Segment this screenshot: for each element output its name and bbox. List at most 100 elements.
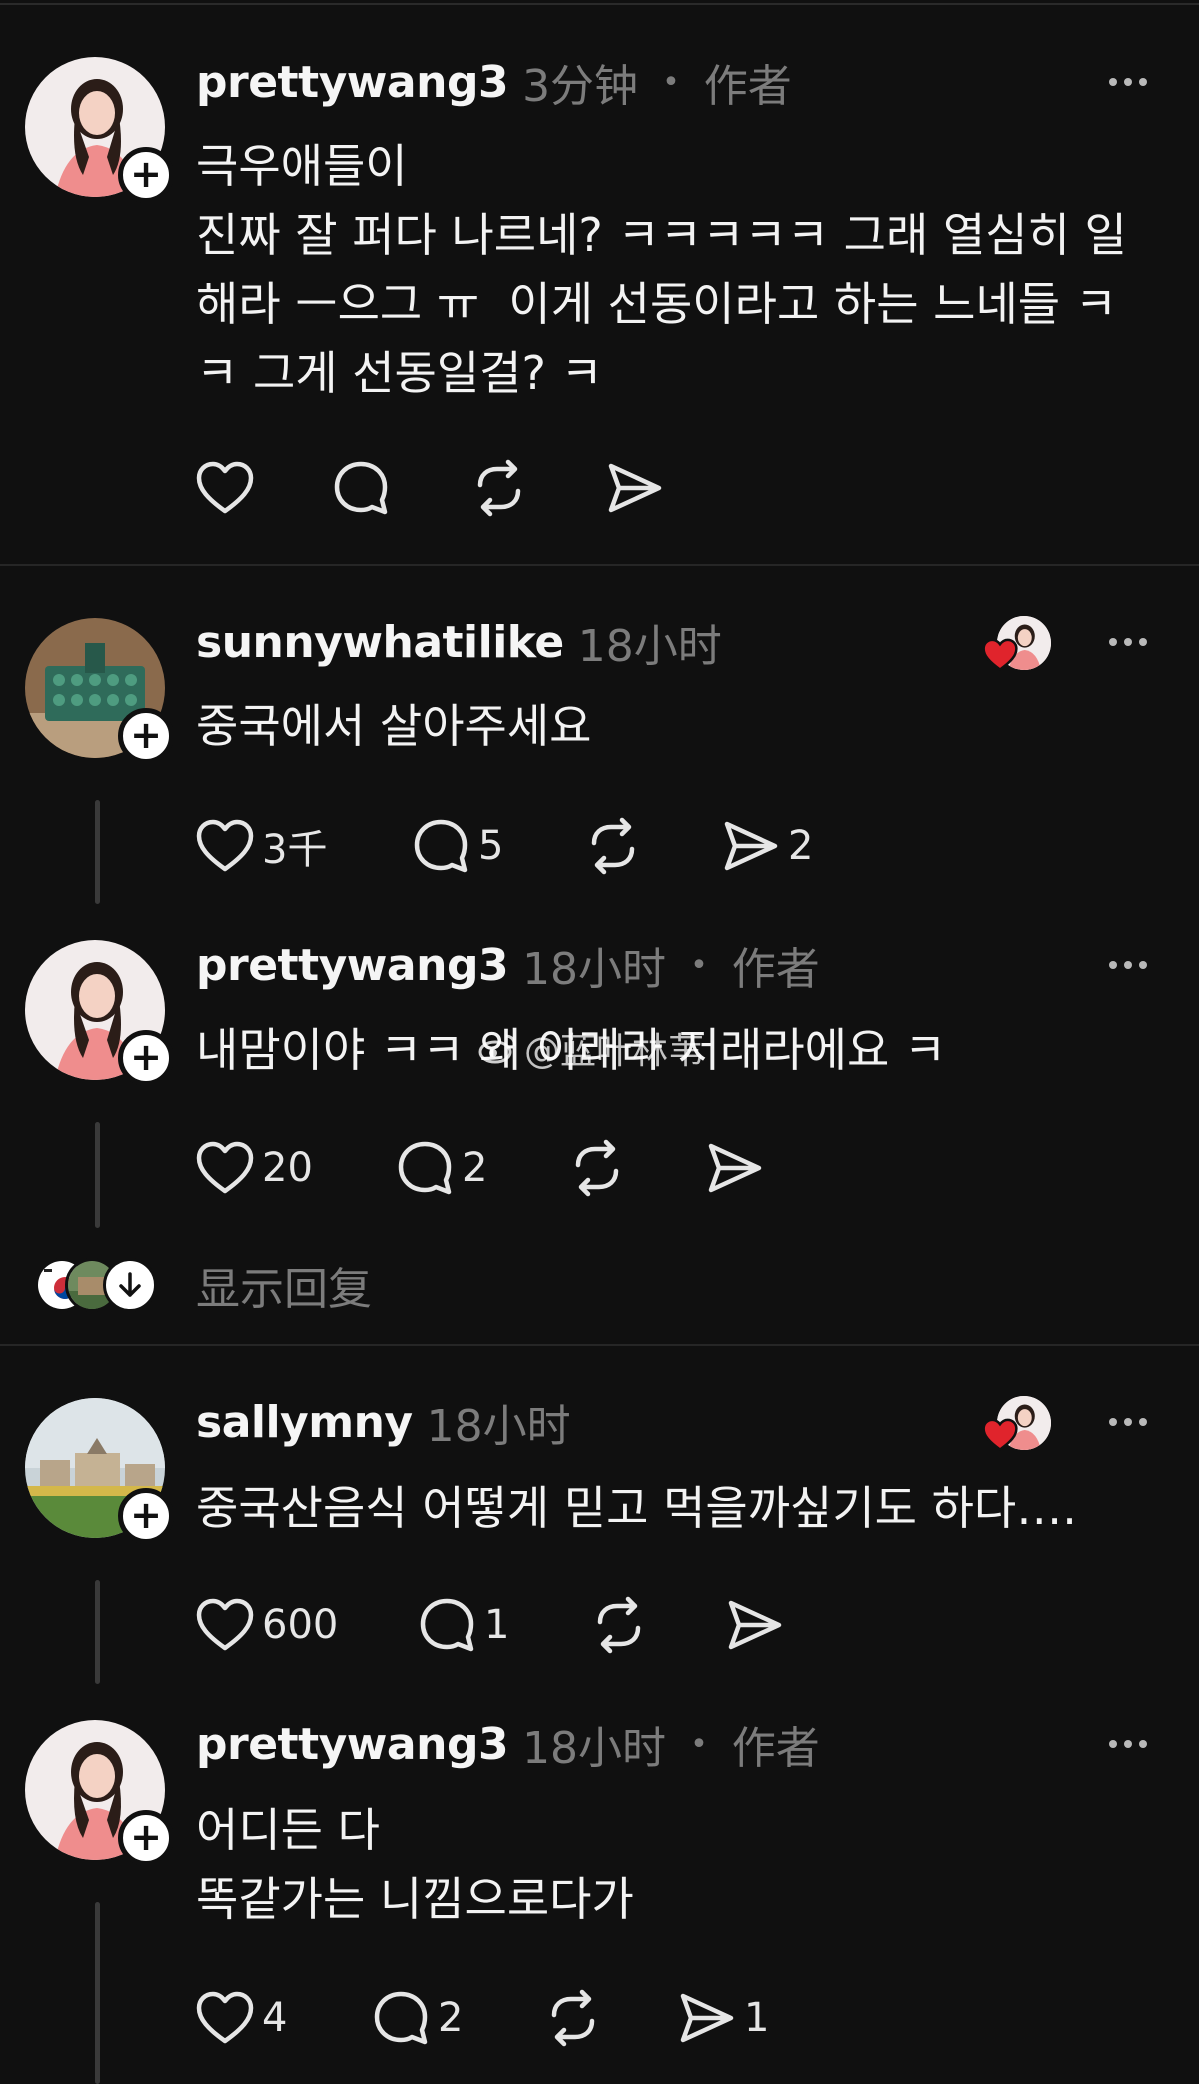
username[interactable]: sunnywhatilike — [196, 617, 564, 668]
timestamp: 18小时 — [522, 944, 667, 995]
arrow-down-icon — [103, 1258, 157, 1312]
comment-bubble-icon — [398, 1141, 452, 1195]
repost-button[interactable] — [544, 1989, 678, 2047]
timestamp: 18小时 — [577, 621, 722, 672]
show-replies-label: 显示回复 — [196, 1264, 372, 1315]
reply-count: 5 — [478, 823, 504, 869]
separator-dot: • — [662, 64, 680, 100]
reply-button[interactable]: 2 — [372, 1989, 544, 2047]
post-header: sallymny 18小时 — [196, 1392, 571, 1453]
comment-bubble-icon — [420, 1598, 474, 1652]
like-button[interactable]: 20 — [196, 1141, 396, 1195]
comment-bubble-icon — [334, 461, 388, 515]
action-bar: 3千 5 2 — [196, 816, 813, 876]
share-button[interactable]: 2 — [722, 819, 813, 873]
follow-button[interactable]: + — [118, 1488, 174, 1544]
post-text: 중국에서 살아주세요 — [196, 699, 592, 753]
liked-heart-icon — [982, 1418, 1018, 1452]
follow-button[interactable]: + — [118, 1030, 174, 1086]
more-dots-icon[interactable] — [1109, 935, 1147, 995]
comment-bubble-icon — [374, 1991, 428, 2045]
separator-dot: • — [690, 1726, 708, 1762]
post-header: prettywang3 18小时 • 作者 — [196, 1714, 820, 1775]
thread-line — [95, 1580, 100, 1684]
post-text: 어디든 다 똑같가는 니낌으로다가 — [196, 1803, 634, 1926]
reply-button[interactable] — [332, 459, 470, 517]
share-button[interactable] — [706, 1141, 764, 1195]
reply-count: 1 — [484, 1602, 510, 1648]
reply-count: 2 — [462, 1145, 488, 1191]
heart-icon — [196, 1141, 254, 1194]
repost-button[interactable] — [470, 459, 606, 517]
share-count: 2 — [788, 823, 814, 869]
separator-dot: • — [690, 947, 708, 983]
like-button[interactable]: 4 — [196, 1991, 372, 2045]
like-button[interactable]: 3千 — [196, 817, 412, 875]
like-button[interactable] — [196, 461, 332, 515]
follow-button[interactable]: + — [118, 708, 174, 764]
share-button[interactable] — [606, 461, 664, 515]
post-header: prettywang3 3分钟 • 作者 — [196, 52, 792, 113]
author-liked-indicator — [982, 1396, 1051, 1452]
reply-avatars — [35, 1258, 160, 1312]
username[interactable]: sallymny — [196, 1397, 413, 1448]
post-header: prettywang3 18小时 • 作者 — [196, 935, 820, 996]
post-header: sunnywhatilike 18小时 — [196, 612, 722, 673]
more-dots-icon[interactable] — [1109, 1714, 1147, 1774]
divider — [0, 1344, 1199, 1346]
watermark-text: @蓝叶林苇 — [524, 1031, 705, 1072]
timestamp: 18小时 — [426, 1401, 571, 1452]
send-icon — [728, 1600, 782, 1650]
send-icon — [680, 1993, 734, 2043]
liked-heart-icon — [982, 638, 1018, 672]
repost-button[interactable] — [584, 817, 722, 875]
heart-icon — [196, 1598, 254, 1651]
heart-icon — [196, 1991, 254, 2044]
repost-icon — [591, 817, 635, 875]
action-bar — [196, 458, 664, 518]
share-button[interactable] — [726, 1598, 784, 1652]
more-dots-icon[interactable] — [1109, 612, 1147, 672]
action-bar: 20 2 — [196, 1138, 764, 1198]
author-badge: 作者 — [703, 61, 792, 112]
send-icon — [724, 821, 778, 871]
reply-button[interactable]: 1 — [418, 1596, 590, 1654]
repost-button[interactable] — [568, 1139, 706, 1197]
weibo-logo-icon — [478, 1034, 516, 1064]
post-text: 중국산음식 어떻게 믿고 먹을까싶기도 하다…. — [196, 1481, 1077, 1535]
follow-button[interactable]: + — [118, 1810, 174, 1866]
share-count: 1 — [744, 1995, 770, 2041]
username[interactable]: prettywang3 — [196, 1719, 509, 1770]
reply-button[interactable]: 2 — [396, 1139, 568, 1197]
repost-icon — [551, 1989, 595, 2047]
repost-icon — [477, 459, 521, 517]
timestamp: 18小时 — [522, 1723, 667, 1774]
divider — [0, 564, 1199, 566]
follow-button[interactable]: + — [118, 147, 174, 203]
watermark: @蓝叶林苇 — [478, 1022, 704, 1074]
like-count: 600 — [262, 1602, 339, 1648]
comment-bubble-icon — [414, 819, 468, 873]
more-dots-icon[interactable] — [1109, 52, 1147, 112]
thread-line — [95, 800, 100, 904]
thread-line — [95, 1122, 100, 1228]
top-divider — [0, 3, 1199, 5]
reply-button[interactable]: 5 — [412, 817, 584, 875]
send-icon — [708, 1143, 762, 1193]
action-bar: 600 1 — [196, 1595, 784, 1655]
send-icon — [608, 463, 662, 513]
thread-line — [95, 1902, 100, 2084]
action-bar: 4 2 1 — [196, 1988, 769, 2048]
show-replies-button[interactable]: 显示回复 — [35, 1255, 372, 1315]
username[interactable]: prettywang3 — [196, 940, 509, 991]
like-count: 3千 — [262, 827, 328, 873]
more-dots-icon[interactable] — [1109, 1392, 1147, 1452]
repost-button[interactable] — [590, 1596, 726, 1654]
timestamp: 3分钟 — [522, 61, 639, 112]
like-button[interactable]: 600 — [196, 1598, 418, 1652]
heart-icon — [196, 461, 254, 514]
username[interactable]: prettywang3 — [196, 57, 509, 108]
repost-icon — [575, 1139, 619, 1197]
author-badge: 作者 — [731, 1723, 820, 1774]
share-button[interactable]: 1 — [678, 1991, 769, 2045]
